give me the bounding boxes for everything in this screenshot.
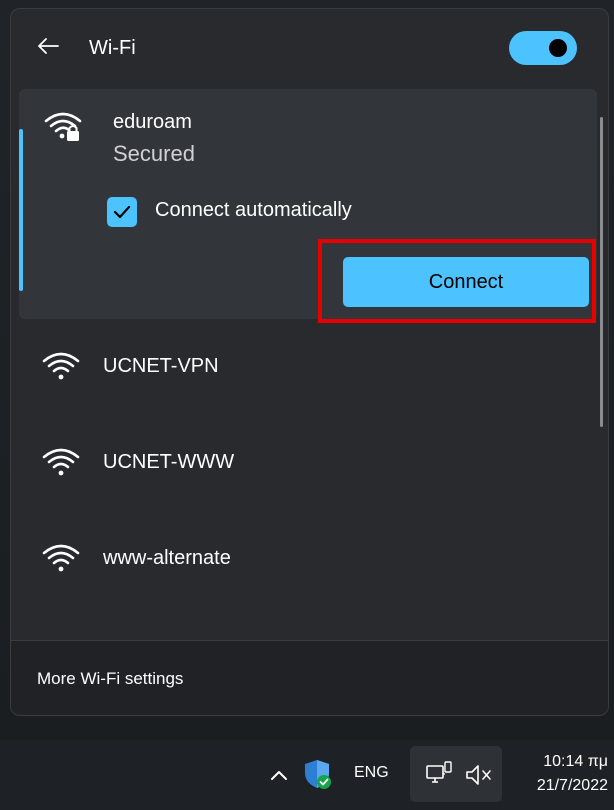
wifi-icon <box>42 544 80 572</box>
network-ssid: www-alternate <box>103 547 231 569</box>
connect-button[interactable]: Connect <box>343 257 589 307</box>
checkmark-icon <box>113 205 131 219</box>
wifi-flyout: Wi-Fi eduroam Secured Connect automatica… <box>10 8 609 716</box>
windows-security-icon[interactable] <box>302 758 332 790</box>
network-item-eduroam[interactable]: eduroam Secured Connect automatically Co… <box>19 89 597 319</box>
wifi-toggle[interactable] <box>509 31 577 65</box>
clock[interactable]: 10:14 πμ 21/7/2022 <box>512 750 608 798</box>
page-title: Wi-Fi <box>89 37 136 59</box>
network-ssid: UCNET-WWW <box>103 451 235 473</box>
network-item-www-alternate[interactable]: www-alternate <box>19 517 597 601</box>
back-arrow-icon <box>38 38 59 54</box>
network-item-ucnet-www[interactable]: UCNET-WWW <box>19 421 597 505</box>
quick-settings-tray[interactable] <box>410 746 502 802</box>
network-item-ucnet-vpn[interactable]: UCNET-VPN <box>19 325 597 409</box>
network-ssid: eduroam <box>113 111 192 133</box>
taskbar: ENG 10:14 πμ 21/7/2022 <box>0 740 614 810</box>
volume-muted-icon <box>466 765 491 785</box>
wifi-icon <box>42 448 80 476</box>
language-indicator[interactable]: ENG <box>354 764 389 782</box>
network-ssid: UCNET-VPN <box>103 355 219 377</box>
clock-date: 21/7/2022 <box>536 777 608 794</box>
network-monitor-icon <box>426 761 452 783</box>
flyout-header: Wi-Fi <box>11 9 608 87</box>
network-list: eduroam Secured Connect automatically Co… <box>11 87 608 640</box>
more-wifi-settings-link[interactable]: More Wi-Fi settings <box>37 669 183 689</box>
network-status: Secured <box>113 141 195 166</box>
flyout-footer: More Wi-Fi settings <box>11 640 608 715</box>
wifi-secured-icon <box>44 112 82 141</box>
selected-indicator <box>19 129 23 291</box>
wifi-icon <box>42 352 80 380</box>
network-item-partial[interactable] <box>19 613 597 640</box>
back-button[interactable] <box>33 31 63 61</box>
desktop: Wi-Fi eduroam Secured Connect automatica… <box>0 0 614 810</box>
chevron-up-icon[interactable] <box>268 764 290 786</box>
clock-time: 10:14 πμ <box>543 753 608 770</box>
connect-automatically-label: Connect automatically <box>155 199 352 221</box>
connect-automatically-checkbox[interactable] <box>107 197 137 227</box>
toggle-knob <box>549 39 567 57</box>
